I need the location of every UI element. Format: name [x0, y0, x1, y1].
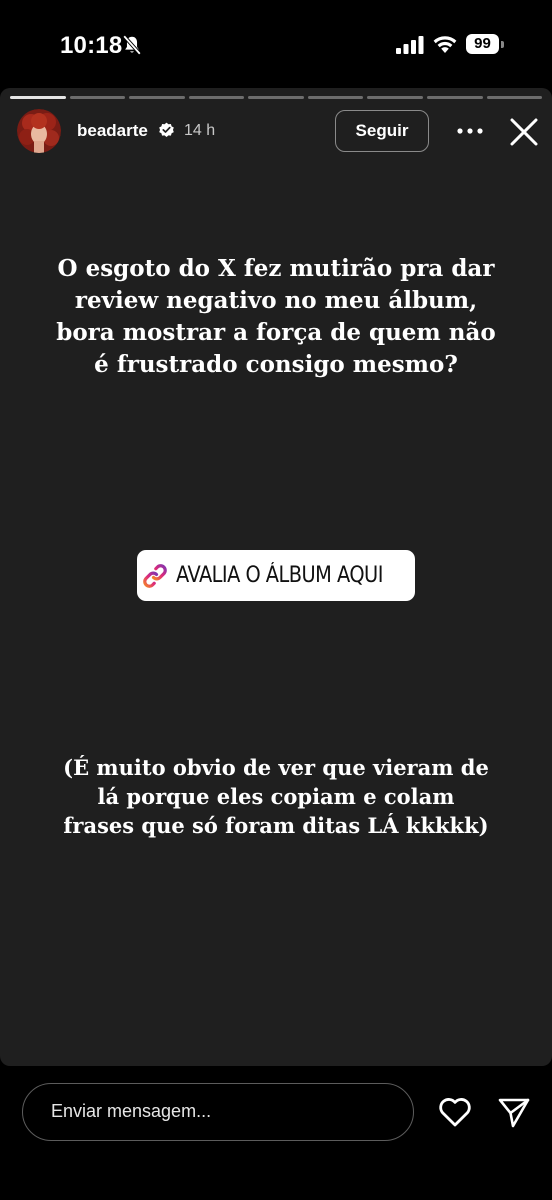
battery-tip	[501, 41, 504, 48]
story-progress-segment	[367, 96, 423, 99]
battery-icon: 99	[466, 34, 504, 56]
story-progress-segment	[486, 96, 543, 99]
story-progress-segment	[307, 96, 364, 99]
story-note-text: (É muito obvio de ver que vieram de lá p…	[63, 755, 489, 838]
story-main-text: O esgoto do X fez mutirão pra dar review…	[56, 255, 496, 378]
link-sticker-label: AVALIA O ÁLBUM AQUI	[176, 563, 384, 588]
avatar[interactable]	[17, 109, 61, 153]
story-progress-bar	[10, 96, 543, 99]
story-progress-segment	[129, 96, 185, 99]
story-username[interactable]: beadarte	[77, 121, 148, 141]
avatar-image	[17, 109, 61, 153]
bell-off-icon	[122, 35, 142, 55]
story-progress-segment	[10, 96, 66, 99]
battery-level: 99	[466, 34, 499, 54]
story-timestamp: 14 h	[184, 122, 216, 139]
status-time: 10:18	[60, 32, 123, 59]
more-options-icon[interactable]	[456, 124, 484, 138]
story-viewer[interactable]: beadarte 14 h Seguir O esgoto do X fez m…	[0, 88, 552, 1066]
close-icon[interactable]	[507, 115, 541, 149]
story-progress-segment	[248, 96, 304, 99]
message-input[interactable]: Enviar mensagem...	[22, 1083, 414, 1141]
link-icon	[143, 563, 168, 588]
heart-icon[interactable]	[438, 1096, 472, 1128]
story-progress-segment	[188, 96, 245, 99]
signal-icon	[396, 36, 424, 54]
send-icon[interactable]	[497, 1096, 531, 1128]
follow-button[interactable]: Seguir	[335, 110, 429, 152]
story-progress-segment	[69, 96, 126, 99]
verified-badge-icon	[159, 122, 174, 137]
wifi-icon	[433, 36, 457, 53]
status-bar: 10:18 99	[0, 0, 552, 88]
link-sticker[interactable]: AVALIA O ÁLBUM AQUI	[137, 550, 415, 601]
story-progress-segment	[426, 96, 483, 99]
